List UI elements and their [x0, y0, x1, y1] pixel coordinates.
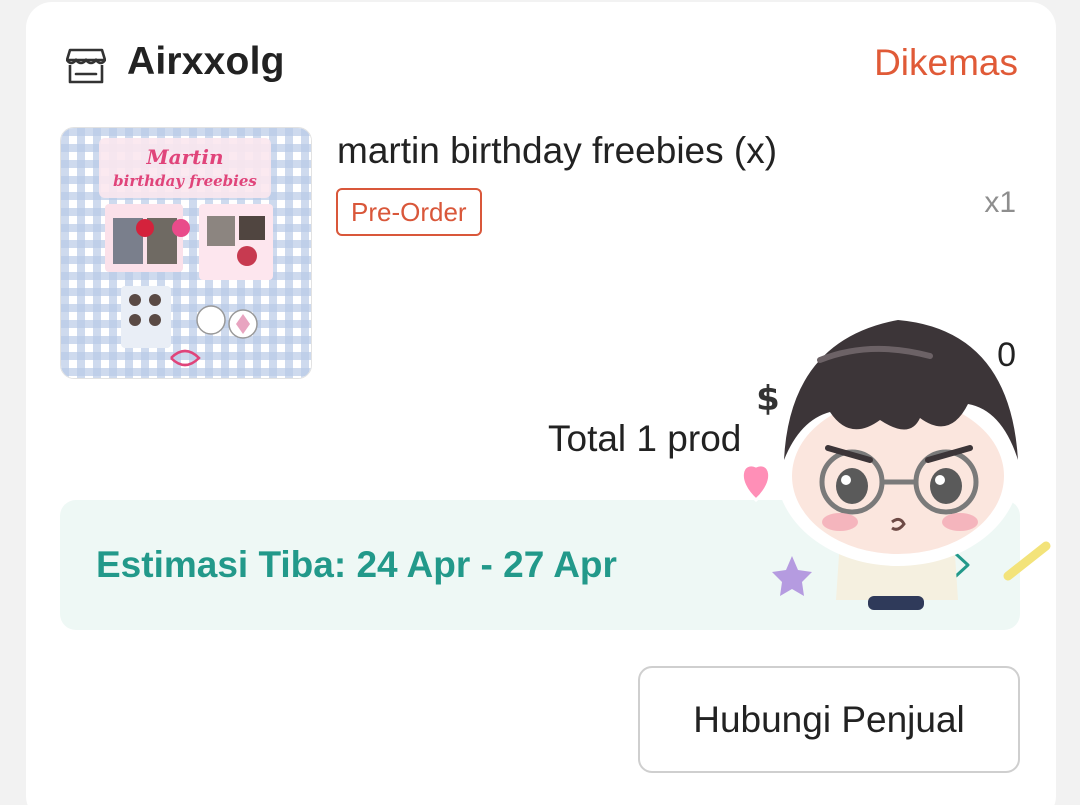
product-title[interactable]: martin birthday freebies (x) [337, 130, 777, 172]
shop-name[interactable]: Airxxolg [127, 40, 285, 84]
order-total: Total 1 prod [548, 418, 742, 459]
contact-seller-button[interactable]: Hubungi Penjual [638, 666, 1020, 773]
product-thumbnail[interactable]: Martin birthday freebies [60, 127, 312, 379]
delivery-estimate-text: Estimasi Tiba: 24 Apr - 27 Apr [96, 544, 617, 585]
store-icon [66, 48, 106, 84]
preorder-badge: Pre-Order [336, 188, 482, 236]
order-status: Dikemas [874, 42, 1018, 83]
sticker-character[interactable]: $ [720, 300, 1080, 620]
product-image: Martin birthday freebies [61, 128, 311, 378]
svg-text:$: $ [756, 379, 780, 419]
product-quantity: x1 [984, 186, 1016, 219]
thumbnail-title-2: birthday freebies [113, 172, 257, 190]
thumbnail-title-1: Martin [145, 145, 223, 169]
